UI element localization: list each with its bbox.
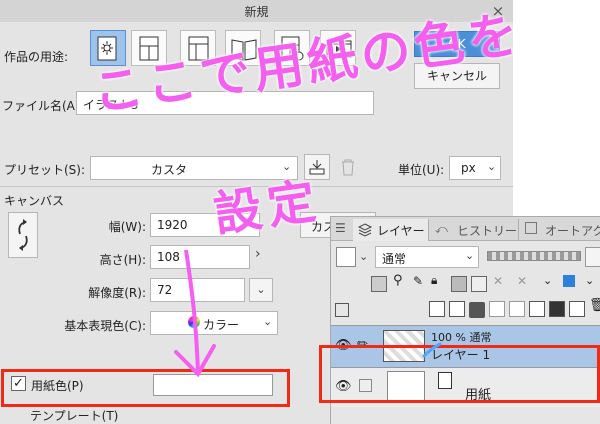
annotation-arrows: [174, 249, 442, 378]
arrow-shaft: [184, 249, 200, 373]
blue-tick-mark: [422, 342, 442, 358]
